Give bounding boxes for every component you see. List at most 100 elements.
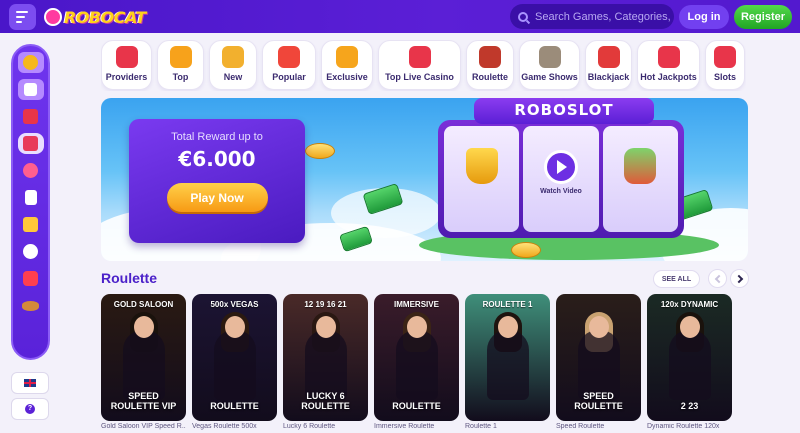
dealer-face: [225, 316, 245, 338]
search-input[interactable]: [535, 10, 670, 23]
dealer-face: [498, 316, 518, 338]
cherries-icon: [714, 46, 736, 68]
game-thumbnail[interactable]: 12 19 16 21 LUCKY 6 ROULETTE: [283, 294, 368, 421]
category-slots[interactable]: Slots: [705, 40, 745, 90]
see-all-button[interactable]: SEE ALL: [653, 270, 700, 288]
category-new[interactable]: New: [209, 40, 257, 90]
sidebar-item-coins[interactable]: [17, 52, 44, 73]
category-label: Hot Jackpots: [640, 72, 697, 82]
sidebar-item-promotions[interactable]: [17, 133, 44, 154]
dealer-figure: [578, 330, 620, 400]
slot-reel: Watch Video: [523, 126, 599, 232]
help-icon: ?: [25, 404, 35, 414]
dealer-figure: [305, 330, 347, 400]
dealer-figure: [214, 330, 256, 400]
sidebar-item-cards[interactable]: [18, 187, 44, 208]
roulette-icon: [479, 46, 501, 68]
category-popular[interactable]: Popular: [262, 40, 316, 90]
slot-machine: Watch Video: [438, 120, 684, 238]
play-now-button[interactable]: Play Now: [166, 183, 268, 212]
sidebar-item-vip[interactable]: [18, 214, 44, 235]
game-brand-top: 12 19 16 21: [304, 300, 347, 309]
game-tile[interactable]: ROULETTE 1 Roulette 1: [465, 294, 550, 433]
game-brand-top: 500x VEGAS: [210, 300, 259, 309]
sidebar-item-live[interactable]: [18, 268, 44, 289]
promo-banner[interactable]: Total Reward up to €6.000 Play Now Watch…: [101, 98, 748, 261]
megaphone-icon: [23, 136, 38, 151]
game-tile[interactable]: GOLD SALOON SPEED ROULETTE VIP Gold Saloon…: [101, 294, 186, 433]
roulette-games-row: GOLD SALOON SPEED ROULETTE VIP Gold Saloon…: [101, 294, 761, 433]
register-button[interactable]: Register: [734, 5, 792, 29]
site-logo[interactable]: ROBOCAT: [44, 5, 146, 29]
coin-icon: [336, 46, 358, 68]
hamburger-menu-button[interactable]: [9, 4, 36, 30]
top-header: ROBOCAT Log in Register: [0, 0, 800, 33]
game-name: Roulette 1: [465, 423, 497, 430]
category-roulette[interactable]: Roulette: [466, 40, 514, 90]
game-name: Lucky 6 Roulette: [283, 423, 336, 430]
game-name: Gold Saloon VIP Speed R...: [101, 423, 186, 430]
game-thumbnail[interactable]: 500x VEGAS ROULETTE: [192, 294, 277, 421]
category-blackjack[interactable]: Blackjack: [585, 40, 632, 90]
category-exclusive[interactable]: Exclusive: [321, 40, 373, 90]
category-label: New: [223, 72, 243, 82]
watch-video-button[interactable]: [543, 150, 578, 184]
language-selector[interactable]: [11, 372, 49, 394]
category-bar: Providers Top New Popular Exclusive Top Live …: [101, 40, 746, 91]
game-brand-bottom: ROULETTE: [210, 401, 259, 411]
category-top[interactable]: Top: [157, 40, 204, 90]
category-label: Providers: [105, 72, 148, 82]
dealer-face: [316, 316, 336, 338]
category-hot-jackpots[interactable]: Hot Jackpots: [637, 40, 700, 90]
game-brand-top: GOLD SALOON: [113, 300, 174, 309]
sidebar-item-sports[interactable]: [18, 241, 44, 262]
live-icon: [23, 271, 38, 286]
cards-icon: [24, 190, 37, 205]
ticket-icon: [23, 217, 38, 232]
dealer-face: [134, 316, 154, 338]
game-tile[interactable]: 12 19 16 21 LUCKY 6 ROULETTE Lucky 6 Roule…: [283, 294, 368, 433]
sidebar-item-gift[interactable]: [18, 106, 44, 127]
carousel-next-button[interactable]: [730, 269, 749, 288]
reward-amount: €6.000: [178, 147, 256, 171]
sidebar-item-tournaments[interactable]: [18, 160, 44, 181]
chevron-left-icon: [714, 274, 723, 283]
reward-panel: Total Reward up to €6.000 Play Now: [129, 119, 305, 243]
carousel-prev-button[interactable]: [708, 269, 727, 288]
dealer-face: [407, 316, 427, 338]
game-thumbnail[interactable]: IMMERSIVE ROULETTE: [374, 294, 459, 421]
login-button[interactable]: Log in: [679, 5, 729, 29]
sidebar-item-dice[interactable]: [17, 79, 44, 100]
game-tile[interactable]: IMMERSIVE ROULETTE Immersive Roulette: [374, 294, 459, 433]
dealer-face: [589, 316, 609, 338]
sidebar-item-esports[interactable]: [18, 295, 44, 316]
category-label: Slots: [713, 72, 736, 82]
search-bar[interactable]: [510, 4, 674, 29]
section-title: Roulette: [101, 270, 157, 286]
game-thumbnail[interactable]: GOLD SALOON SPEED ROULETTE VIP: [101, 294, 186, 421]
slot-reel: [444, 126, 520, 232]
game-tile[interactable]: 120x DYNAMIC 2 23 Dynamic Roulette 120x: [647, 294, 732, 433]
category-providers[interactable]: Providers: [101, 40, 152, 90]
reward-label: Total Reward up to: [171, 131, 263, 143]
game-thumbnail[interactable]: SPEED ROULETTE: [556, 294, 641, 421]
dice-icon: [408, 46, 431, 68]
star-medal-icon: [169, 46, 192, 68]
game-thumbnail[interactable]: 120x DYNAMIC 2 23: [647, 294, 732, 421]
robocat-mascot-icon: [44, 8, 62, 26]
category-label: Roulette: [472, 72, 508, 82]
help-button[interactable]: ?: [11, 398, 49, 420]
category-label: Exclusive: [326, 72, 368, 82]
game-tile[interactable]: 500x VEGAS ROULETTE Vegas Roulette 500x: [192, 294, 277, 433]
category-label: Blackjack: [587, 72, 630, 82]
game-thumbnail[interactable]: ROULETTE 1: [465, 294, 550, 421]
trophy-icon: [23, 163, 38, 178]
seven-icon: [657, 46, 680, 68]
game-tile[interactable]: SPEED ROULETTE Speed Roulette: [556, 294, 641, 433]
game-brand-top: 120x DYNAMIC: [660, 300, 719, 309]
dealer-figure: [487, 330, 529, 400]
category-game-shows[interactable]: Game Shows: [519, 40, 580, 90]
slot-reel: [602, 126, 678, 232]
category-top-live-casino[interactable]: Top Live Casino: [378, 40, 461, 90]
coin-icon: [23, 55, 38, 70]
